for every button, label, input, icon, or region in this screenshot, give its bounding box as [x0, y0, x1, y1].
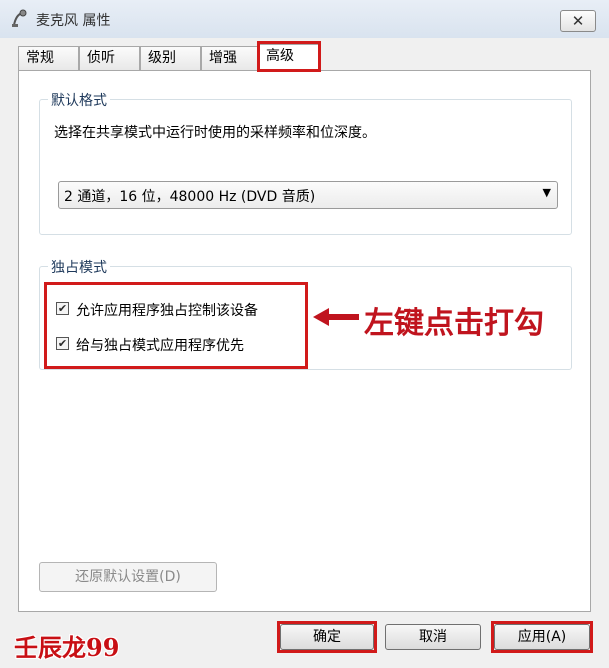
- instruction-annotation: 左键点击打勾: [364, 306, 544, 341]
- tab-highlight-box: [257, 41, 321, 72]
- exclusive-mode-title: 独占模式: [48, 257, 110, 277]
- sample-rate-value: 2 通道，16 位，48000 Hz (DVD 音质): [64, 189, 316, 205]
- window-title: 麦克风 属性: [36, 13, 111, 29]
- author-watermark: 壬辰龙99: [14, 633, 120, 662]
- tab-enhancements[interactable]: 增强: [201, 46, 258, 70]
- close-icon: ✕: [571, 12, 585, 30]
- ok-highlight-box: [277, 621, 377, 653]
- tab-general[interactable]: 常规: [18, 46, 79, 70]
- microphone-icon: [12, 9, 27, 27]
- sample-rate-select[interactable]: 2 通道，16 位，48000 Hz (DVD 音质) ▼: [58, 181, 558, 209]
- checkbox-highlight-box: [44, 282, 308, 369]
- title-bar: 麦克风 属性 ✕: [0, 0, 609, 38]
- left-arrow-icon: [313, 308, 359, 326]
- tab-listen[interactable]: 侦听: [79, 46, 140, 70]
- default-format-description: 选择在共享模式中运行时使用的采样频率和位深度。: [54, 125, 376, 141]
- apply-highlight-box: [491, 621, 593, 653]
- restore-defaults-button[interactable]: 还原默认设置(D): [39, 562, 217, 592]
- default-format-title: 默认格式: [48, 90, 110, 110]
- close-button[interactable]: ✕: [560, 10, 596, 32]
- cancel-button[interactable]: 取消: [385, 624, 481, 650]
- chevron-down-icon: ▼: [542, 186, 551, 199]
- tab-levels[interactable]: 级别: [140, 46, 201, 70]
- default-format-group: 默认格式 选择在共享模式中运行时使用的采样频率和位深度。 2 通道，16 位，4…: [39, 90, 572, 235]
